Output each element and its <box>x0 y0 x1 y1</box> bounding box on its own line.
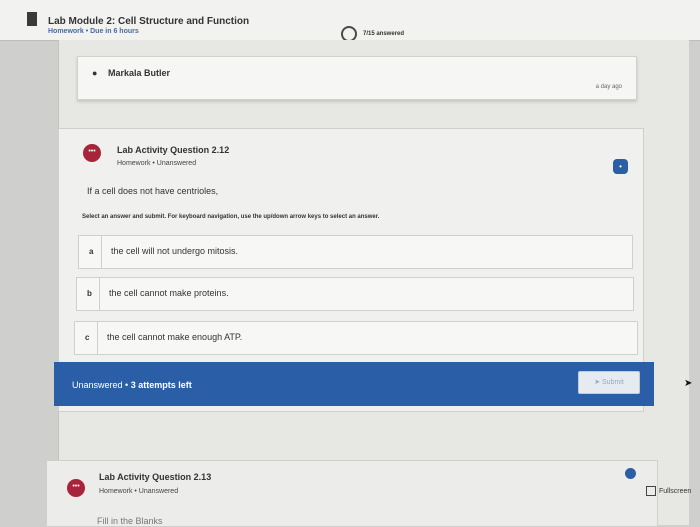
question-avatar-icon: ••• <box>83 144 101 162</box>
module-title: Lab Module 2: Cell Structure and Functio… <box>48 16 250 27</box>
time-ago: a day ago <box>595 84 622 90</box>
answer-option-a[interactable]: a the cell will not undergo mitosis. <box>78 235 633 269</box>
next-question-meta: Homework • Unanswered <box>99 488 179 495</box>
send-icon: ➤ <box>594 379 601 386</box>
next-question-title: Lab Activity Question 2.13 <box>99 472 212 482</box>
question-prompt: If a cell does not have centrioles, <box>87 186 219 196</box>
submit-label: Submit <box>602 379 624 386</box>
author-card: ● Markala Butler a day ago <box>77 56 637 100</box>
next-question-card[interactable]: ••• Lab Activity Question 2.13 Homework … <box>46 460 658 527</box>
mouse-cursor-icon: ➤ <box>684 378 693 389</box>
question-title: Lab Activity Question 2.12 <box>117 145 230 155</box>
author-name: Markala Butler <box>108 68 171 78</box>
answer-divider <box>97 322 98 354</box>
progress-text: 7/15 answered <box>363 31 405 37</box>
next-question-options-icon[interactable] <box>625 468 636 479</box>
answer-letter: c <box>85 333 90 342</box>
answer-letter: a <box>89 247 94 256</box>
document-icon <box>27 12 37 26</box>
fullscreen-button[interactable]: Fullscreen <box>646 486 691 496</box>
answer-letter: b <box>87 289 92 298</box>
question-avatar-icon: ••• <box>67 479 85 497</box>
top-header: Lab Module 2: Cell Structure and Functio… <box>0 0 700 42</box>
question-instructions: Select an answer and submit. For keyboar… <box>82 214 380 220</box>
answer-option-b[interactable]: b the cell cannot make proteins. <box>76 277 634 311</box>
user-icon: ● <box>92 68 98 78</box>
fullscreen-icon <box>646 486 656 496</box>
answer-divider <box>99 278 100 310</box>
status-text: Unanswered • 3 attempts left <box>72 380 192 390</box>
answer-divider <box>101 236 102 268</box>
fullscreen-label: Fullscreen <box>659 487 692 495</box>
question-meta: Homework • Unanswered <box>117 160 197 167</box>
answer-text: the cell cannot make proteins. <box>109 288 229 298</box>
attempts-left: 3 attempts left <box>130 380 192 390</box>
answer-text: the cell will not undergo mitosis. <box>111 246 239 256</box>
answer-text: the cell cannot make enough ATP. <box>107 332 243 342</box>
status-bar: Unanswered • 3 attempts left ➤ Submit <box>54 362 654 406</box>
answer-option-c[interactable]: c the cell cannot make enough ATP. <box>74 321 638 355</box>
module-subtitle: Homework • Due in 6 hours <box>48 28 139 35</box>
submit-button[interactable]: ➤ Submit <box>578 371 640 394</box>
status-label: Unanswered <box>72 380 123 390</box>
question-options-button[interactable]: • <box>613 159 628 174</box>
